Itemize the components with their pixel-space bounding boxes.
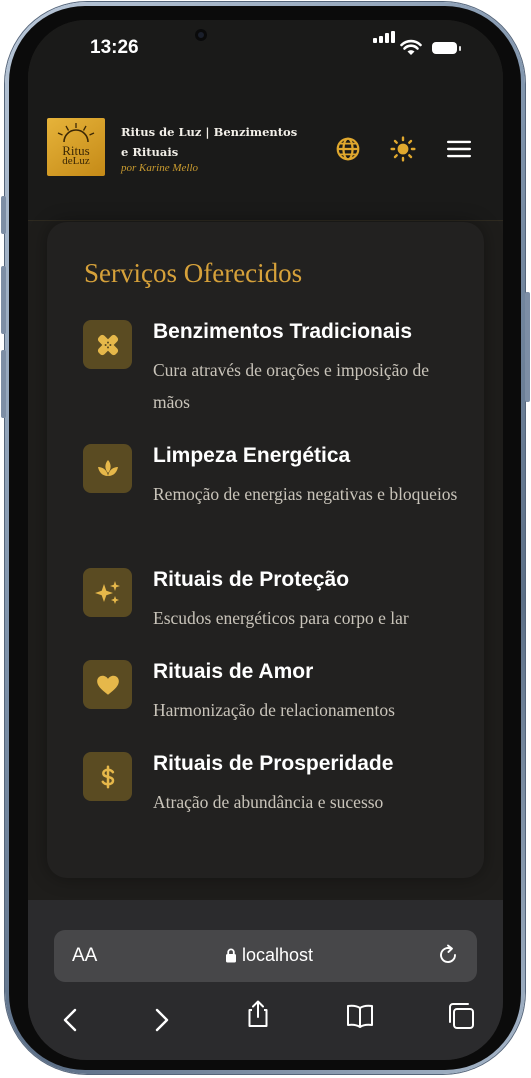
status-time: 13:26	[90, 37, 139, 58]
service-name: Benzimentos Tradicionais	[153, 320, 413, 343]
site-title[interactable]: Ritus de Luz | Benzimentos e Rituais	[121, 122, 306, 162]
logo-line2: deLuz	[62, 155, 90, 167]
address-bar[interactable]: AA localhost	[54, 930, 477, 982]
share-icon[interactable]	[243, 999, 273, 1029]
lock-icon	[226, 948, 236, 963]
globe-icon[interactable]	[335, 136, 361, 162]
service-description: Harmonização de relacionamentos	[153, 700, 395, 720]
heart-icon	[96, 675, 119, 695]
sparkles-icon	[94, 580, 120, 604]
tabs-icon[interactable]	[446, 1001, 476, 1031]
sun-icon[interactable]	[390, 136, 416, 162]
status-bar: 13:26	[28, 20, 503, 76]
bandage-icon	[97, 334, 118, 355]
service-description: Remoção de energias negativas e bloqueio…	[153, 484, 458, 504]
lotus-icon	[97, 459, 118, 476]
bookmarks-icon[interactable]	[345, 1001, 375, 1031]
phone-side-button	[525, 292, 530, 402]
service-description: Cura através de orações e imposição de m…	[153, 360, 429, 412]
phone-side-button	[1, 266, 6, 334]
service-name: Limpeza Energética	[153, 444, 351, 467]
phone-side-button	[1, 196, 6, 234]
logo[interactable]: Ritus deLuz	[47, 118, 105, 176]
phone-screen: 13:26 Ritus deLuz Ritus de Luz | Benzime…	[28, 20, 503, 1060]
site-subtitle: por Karine Mello	[121, 162, 198, 174]
site-header: Ritus deLuz Ritus de Luz | Benzimentos e…	[28, 76, 503, 221]
section-title: Serviços Oferecidos	[84, 258, 303, 288]
forward-icon[interactable]	[146, 1005, 176, 1035]
back-icon[interactable]	[56, 1005, 86, 1035]
service-icon-tile	[83, 568, 132, 617]
service-icon-tile	[83, 320, 132, 369]
front-camera	[195, 29, 207, 41]
service-description: Atração de abundância e sucesso	[153, 792, 384, 812]
service-icon-tile	[83, 660, 132, 709]
wifi-icon	[400, 39, 422, 55]
dollar-icon	[101, 764, 114, 789]
reader-settings-button[interactable]: AA	[72, 945, 97, 967]
battery-icon	[432, 42, 461, 54]
service-name: Rituais de Prosperidade	[153, 752, 394, 775]
menu-icon[interactable]	[446, 136, 472, 162]
service-description: Escudos energéticos para corpo e lar	[153, 608, 409, 628]
service-name: Rituais de Amor	[153, 660, 314, 683]
service-icon-tile	[83, 444, 132, 493]
reload-icon[interactable]	[436, 943, 460, 967]
logo-text: Ritus deLuz	[47, 144, 105, 167]
phone-side-button	[1, 350, 6, 418]
service-icon-tile	[83, 752, 132, 801]
browser-toolbar: AA localhost	[28, 900, 503, 1060]
services-card: Serviços Oferecidos Benzimentos Tradicio…	[47, 222, 484, 878]
url-text[interactable]: localhost	[242, 945, 313, 966]
service-name: Rituais de Proteção	[153, 568, 350, 591]
